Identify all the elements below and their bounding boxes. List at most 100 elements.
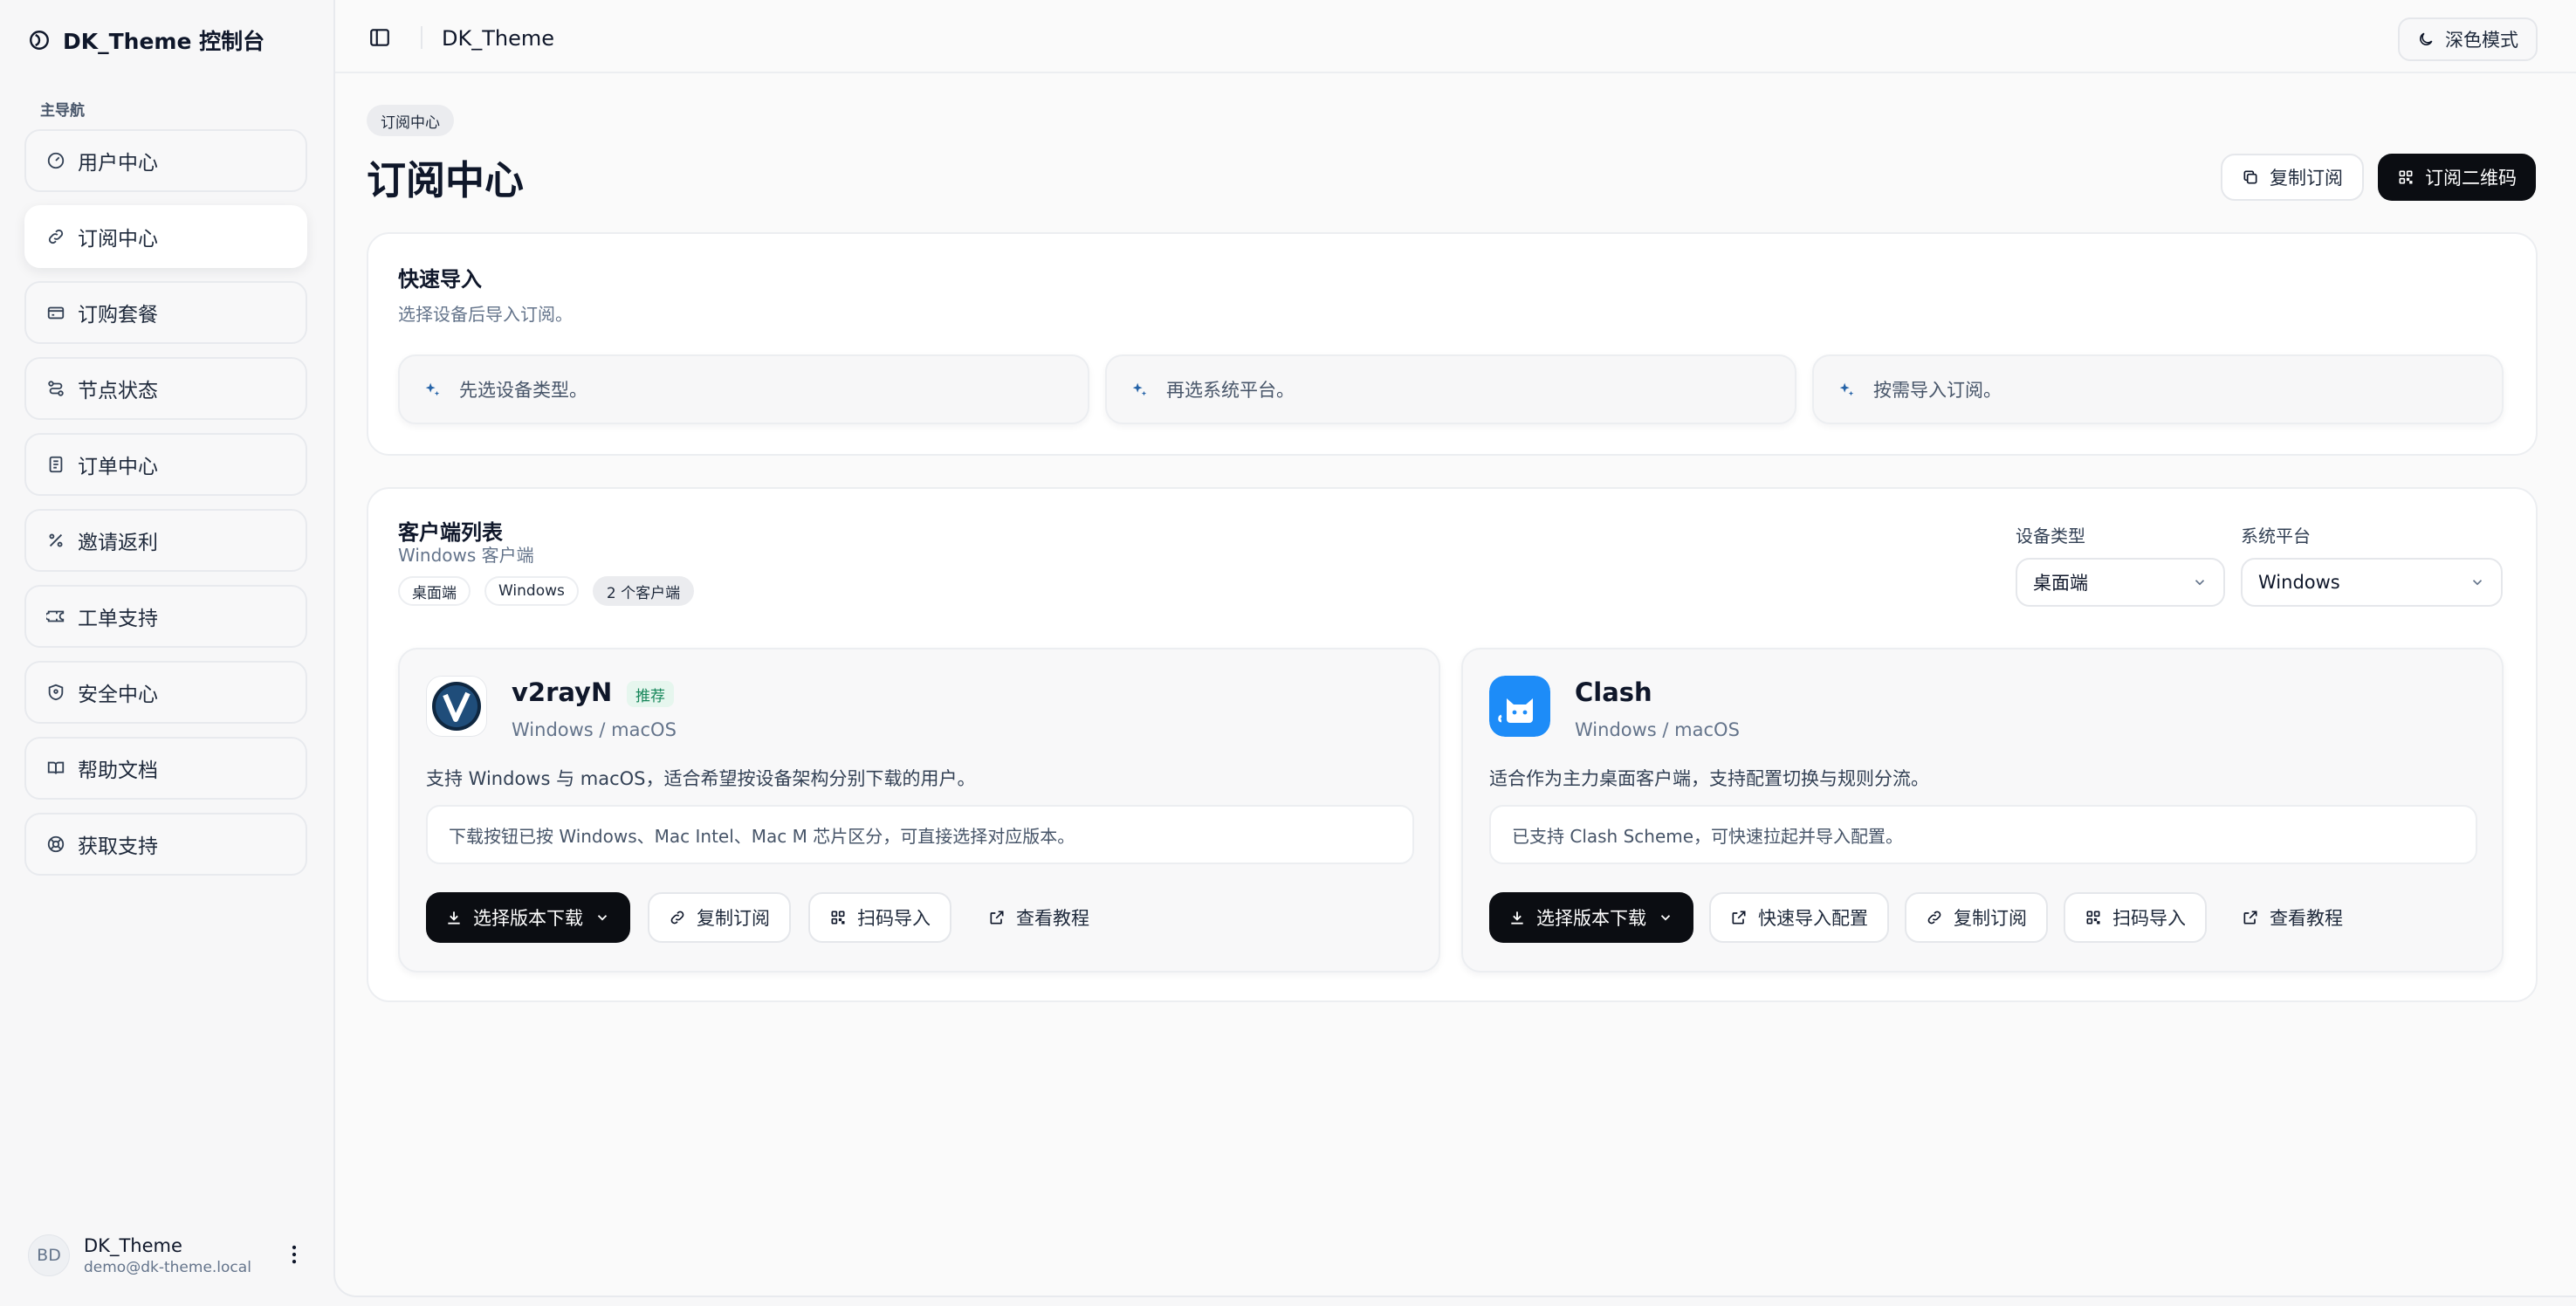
more-vertical-icon[interactable]	[281, 1241, 307, 1268]
step-label: 先选设备类型。	[459, 380, 587, 401]
download-version-button[interactable]: 选择版本下载	[426, 892, 630, 943]
shield-icon	[46, 683, 65, 702]
tag-platform: Windows	[484, 576, 579, 606]
sidebar-item-label: 订单中心	[78, 456, 158, 478]
device-type-select[interactable]: 桌面端	[2016, 558, 2225, 607]
step-label: 按需导入订阅。	[1873, 380, 2002, 401]
sidebar-item-tickets[interactable]: 工单支持	[24, 585, 307, 648]
copy-label: 复制订阅	[697, 908, 770, 929]
sidebar: DK_Theme 控制台 主导航 用户中心 订阅中心 订购套餐 节点状态 订单中…	[0, 0, 333, 1306]
tutorial-label: 查看教程	[1016, 908, 1089, 929]
sidebar-item-label: 订阅中心	[78, 228, 158, 251]
sidebar-item-referral[interactable]: 邀请返利	[24, 509, 307, 572]
copy-icon	[2242, 168, 2259, 186]
sidebar-item-plans[interactable]: 订购套餐	[24, 281, 307, 344]
scan-import-button[interactable]: 扫码导入	[2064, 892, 2207, 943]
page-title: 订阅中心	[367, 157, 525, 203]
chevron-down-icon	[1657, 909, 1674, 926]
copy-subscription-button[interactable]: 复制订阅	[648, 892, 791, 943]
receipt-icon	[46, 455, 65, 474]
sidebar-item-get-support[interactable]: 获取支持	[24, 813, 307, 876]
platform-value: Windows	[2258, 572, 2340, 593]
tutorial-label: 查看教程	[2270, 908, 2343, 929]
gauge-icon	[46, 151, 65, 170]
tag-count: 2 个客户端	[592, 576, 695, 606]
link-icon	[46, 227, 65, 246]
download-version-button[interactable]: 选择版本下载	[1489, 892, 1693, 943]
topbar-divider	[421, 26, 422, 49]
quick-import-config-button[interactable]: 快速导入配置	[1709, 892, 1889, 943]
platform-select[interactable]: Windows	[2241, 558, 2503, 607]
brand-title: DK_Theme 控制台	[63, 29, 265, 54]
tutorial-link[interactable]: 查看教程	[969, 892, 1109, 943]
filter-tags: 桌面端 Windows 2 个客户端	[398, 576, 695, 606]
download-icon	[1508, 909, 1526, 926]
client-card-clash: Clash Windows / macOS 适合作为主力桌面客户端，支持配置切换…	[1461, 648, 2504, 973]
sidebar-item-user-center[interactable]: 用户中心	[24, 129, 307, 192]
moon-icon	[2417, 31, 2435, 48]
breadcrumb: 订阅中心	[367, 105, 454, 136]
user-profile[interactable]: BD DK_Theme demo@dk-theme.local	[28, 1231, 307, 1280]
tag-device: 桌面端	[398, 576, 471, 606]
sidebar-item-label: 安全中心	[78, 684, 158, 706]
sidebar-item-docs[interactable]: 帮助文档	[24, 737, 307, 800]
sparkles-icon	[1837, 380, 1856, 399]
link-icon	[669, 909, 686, 926]
qr-code-icon	[2397, 168, 2415, 186]
user-name: DK_Theme	[84, 1234, 182, 1256]
client-name: v2rayN	[512, 677, 613, 707]
platform-filter: 系统平台 Windows	[2241, 522, 2503, 607]
scan-label: 扫码导入	[857, 908, 931, 929]
brand[interactable]: DK_Theme 控制台	[28, 24, 264, 56]
step-item: 再选系统平台。	[1105, 354, 1796, 424]
topbar-title: DK_Theme	[442, 26, 554, 51]
quick-import-steps: 先选设备类型。 再选系统平台。 按需导入订阅。	[398, 354, 2504, 424]
external-link-icon	[988, 909, 1006, 926]
step-label: 再选系统平台。	[1166, 380, 1295, 401]
clash-logo-icon	[1489, 676, 1550, 737]
sidebar-item-security[interactable]: 安全中心	[24, 661, 307, 724]
quick-import-label: 快速导入配置	[1758, 908, 1868, 929]
platform-filter-label: 系统平台	[2241, 526, 2311, 546]
sidebar-item-label: 节点状态	[78, 380, 158, 402]
sidebar-item-label: 用户中心	[78, 152, 158, 175]
download-label: 选择版本下载	[473, 908, 583, 929]
client-platform: Windows / macOS	[512, 719, 677, 740]
client-description: 适合作为主力桌面客户端，支持配置切换与规则分流。	[1489, 768, 1929, 789]
main-panel: DK_Theme 深色模式 订阅中心 订阅中心 复制订阅 订阅二维码 快速导入 …	[333, 0, 2576, 1297]
copy-subscription-button[interactable]: 复制订阅	[2221, 154, 2364, 201]
client-note: 下载按钮已按 Windows、Mac Intel、Mac M 芯片区分，可直接选…	[426, 805, 1414, 864]
sidebar-item-label: 获取支持	[78, 835, 158, 858]
sidebar-item-node-status[interactable]: 节点状态	[24, 357, 307, 420]
client-actions: 选择版本下载 快速导入配置 复制订阅 扫码导入 查看教程	[1489, 892, 2362, 943]
client-list-subtitle: Windows 客户端	[398, 545, 534, 566]
user-email: demo@dk-theme.local	[84, 1258, 251, 1276]
client-actions: 选择版本下载 复制订阅 扫码导入 查看教程	[426, 892, 1109, 943]
client-name: Clash	[1575, 677, 1652, 707]
tutorial-link[interactable]: 查看教程	[2222, 892, 2362, 943]
topbar: DK_Theme 深色模式	[335, 0, 2576, 73]
client-description: 支持 Windows 与 macOS，适合希望按设备架构分别下载的用户。	[426, 768, 976, 789]
scan-label: 扫码导入	[2112, 908, 2186, 929]
qr-code-icon	[829, 909, 847, 926]
chevron-down-icon	[2470, 574, 2485, 590]
sparkles-icon	[422, 380, 442, 399]
chevron-down-icon	[2192, 574, 2208, 590]
client-card-v2rayn: v2rayN 推荐 Windows / macOS 支持 Windows 与 m…	[398, 648, 1440, 973]
sidebar-toggle-icon[interactable]	[368, 26, 391, 49]
copy-subscription-button[interactable]: 复制订阅	[1905, 892, 2048, 943]
page-actions: 复制订阅 订阅二维码	[2221, 154, 2536, 201]
sidebar-item-label: 邀请返利	[78, 532, 158, 554]
sidebar-item-subscription-center[interactable]: 订阅中心	[24, 205, 307, 268]
scan-import-button[interactable]: 扫码导入	[808, 892, 951, 943]
copy-label: 复制订阅	[1954, 908, 2027, 929]
qr-code-button[interactable]: 订阅二维码	[2378, 154, 2536, 201]
logo-icon	[28, 29, 51, 52]
client-platform: Windows / macOS	[1575, 719, 1740, 740]
sidebar-item-orders[interactable]: 订单中心	[24, 433, 307, 496]
dark-mode-button[interactable]: 深色模式	[2398, 17, 2538, 61]
device-filter: 设备类型 桌面端	[2016, 522, 2225, 607]
ticket-icon	[46, 607, 65, 626]
copy-subscription-label: 复制订阅	[2270, 168, 2343, 189]
device-filter-label: 设备类型	[2016, 526, 2085, 546]
